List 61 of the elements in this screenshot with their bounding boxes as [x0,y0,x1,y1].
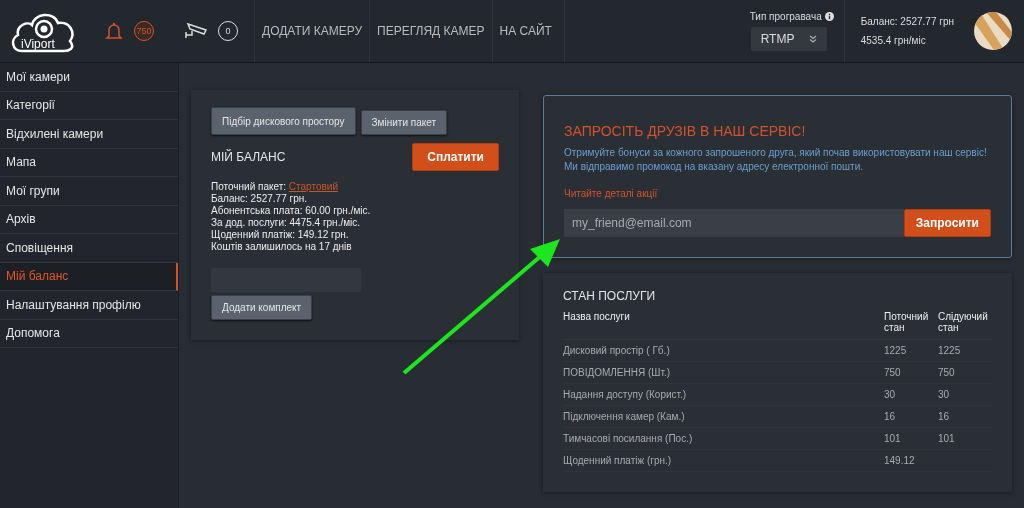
table-cell: 30 [884,389,896,400]
nav-link[interactable]: НА САЙТ [491,0,565,62]
table-cell: 16 [884,411,896,422]
sidebar-item[interactable]: Сповіщення [0,234,178,263]
table-cell: Дисковий простір ( Гб.) [563,345,670,356]
table-cell: 101 [938,433,955,444]
table-cell: ПОВІДОМЛЕННЯ (Шт.) [563,367,671,378]
package-label: Поточний пакет: [211,181,287,192]
sidebar-item[interactable]: Мої камери [0,63,178,92]
table-cell: 101 [884,433,901,444]
table-cell: 750 [884,367,901,378]
balance-info-line: За дод. послуги: 4475.4 грн./міс. [211,217,362,228]
logo-text: iViport [21,37,55,51]
invite-title: ЗАПРОСІТЬ ДРУЗІВ В НАШ СЕРВІС! [564,123,807,139]
invite-description: Отримуйте бонуси за кожного запрошеного друга, який почав використовувати наш сервіс! [564,146,988,160]
balance-text: Баланс: 2527.77 грн [860,16,954,27]
balance-info-line: Баланс: 2527.77 грн. [211,193,309,204]
sidebar-item[interactable]: Мій баланс [0,262,178,291]
table-cell: 1225 [938,345,961,356]
sidebar-item[interactable]: Допомога [0,319,178,348]
email-field[interactable]: my_friend@email.com [564,209,904,237]
package-button[interactable]: Підбір дискового простору [211,107,356,135]
balance-title: МІЙ БАЛАНС [211,150,286,164]
invite-button[interactable]: Запросити [903,209,991,237]
sidebar-item[interactable]: Відхилені камери [0,120,178,149]
sidebar-item[interactable]: Архів [0,205,178,234]
balance-info-line: Щоденний платіж: 149.12 грн. [211,229,350,240]
balance-info-line: Коштів залишилось на 17 днів [211,241,353,252]
bell-icon[interactable] [104,21,124,41]
column-header: Слідуючий стан [938,311,992,340]
table-cell: Надання доступу (Корист.) [563,389,687,400]
sidebar-item[interactable]: Категорії [0,91,178,120]
package-button[interactable]: Змінити пакет [360,110,448,135]
monthly-cost-text: 4535.4 грн/міс [860,35,927,46]
balance-info-line: Абонентська плата: 60.00 грн./міс. [211,205,371,216]
nav-link[interactable]: ДОДАТИ КАМЕРУ [254,0,370,62]
table-cell: Підключення камер (Кам.) [563,411,685,422]
sidebar-item[interactable]: Мапа [0,148,178,177]
table-cell: 1225 [884,345,907,356]
table-cell: 16 [938,411,950,422]
pay-button[interactable]: Сплатити [412,143,499,171]
alert-count: 750 [134,21,154,41]
add-kit-button[interactable]: Додати комплект [211,295,313,320]
player-type-label: Тип програвача [749,11,822,22]
column-header: Поточний стан [884,311,938,340]
logo[interactable]: iViport [8,7,78,55]
table-cell: 149.12 [884,455,915,466]
sidebar-item[interactable]: Мої групи [0,177,178,206]
security-camera-icon[interactable] [184,22,208,40]
invite-description: Ми відправимо промокод на вказану адресу електронної пошти. [564,160,865,174]
nav-link[interactable]: ПЕРЕГЛЯД КАМЕР [369,0,492,62]
service-title: СТАН ПОСЛУГИ [563,289,657,303]
sidebar-item[interactable]: Налаштування профілю [0,291,178,320]
table-cell: Тимчасові посилання (Пос.) [563,433,693,444]
table-cell: 750 [938,367,955,378]
column-header: Назва послуги [563,311,884,340]
table-cell: Щоденний платіж (грн.) [563,455,672,466]
info-icon[interactable] [824,12,834,21]
chevron-down-icon [808,35,817,43]
table-cell: 30 [938,389,950,400]
player-type-select[interactable]: RTMP [750,27,827,51]
